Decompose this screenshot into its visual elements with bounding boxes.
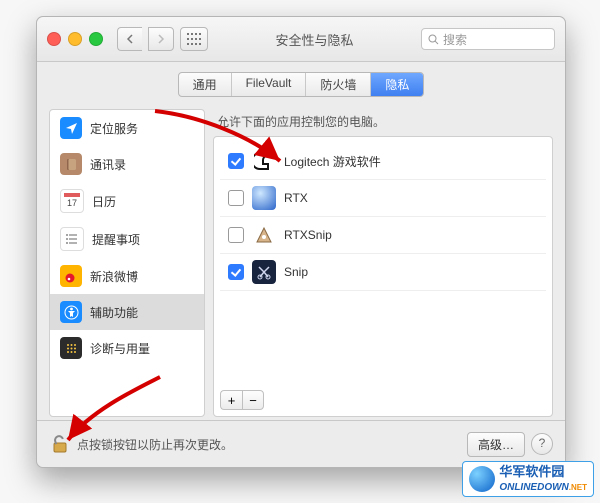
app-row-snip[interactable]: Snip [220, 254, 546, 291]
app-name: RTX [284, 191, 308, 205]
snip-icon [252, 260, 276, 284]
app-list: Logitech 游戏软件 RTX RTXSnip [220, 143, 546, 384]
add-remove-buttons: + − [220, 390, 264, 410]
tabs: 通用 FileVault 防火墙 隐私 [37, 72, 565, 97]
app-name: Logitech 游戏软件 [284, 153, 381, 170]
traffic-lights [47, 32, 103, 46]
checkbox-icon[interactable] [228, 190, 244, 206]
app-row-logitech[interactable]: Logitech 游戏软件 [220, 143, 546, 180]
lock-icon[interactable] [49, 433, 71, 455]
help-button[interactable]: ? [531, 433, 553, 455]
tab-segment: 通用 FileVault 防火墙 隐私 [178, 72, 425, 97]
remove-button[interactable]: − [242, 390, 264, 410]
watermark-suffix: .NET [569, 483, 587, 492]
back-button[interactable] [117, 27, 142, 51]
sidebar-item-contacts[interactable]: 通讯录 [50, 146, 204, 182]
sidebar-item-label: 定位服务 [90, 120, 138, 137]
stage: 安全性与隐私 搜索 通用 FileVault 防火墙 隐私 [0, 0, 600, 503]
sidebar-item-label: 通讯录 [90, 156, 126, 173]
chevron-left-icon [126, 34, 134, 44]
watermark-cn: 华军软件园 [499, 465, 587, 479]
sidebar-item-label: 辅助功能 [90, 304, 138, 321]
lock-message: 点按锁按钮以防止再次更改。 [77, 436, 467, 453]
hint-text: 允许下面的应用控制您的电脑。 [217, 113, 553, 130]
sidebar-item-location[interactable]: 定位服务 [50, 110, 204, 146]
forward-button[interactable] [148, 27, 174, 51]
app-row-rtxsnip[interactable]: RTXSnip [220, 217, 546, 254]
titlebar: 安全性与隐私 搜索 [37, 17, 565, 62]
svg-text:17: 17 [67, 198, 77, 208]
checkbox-icon[interactable] [228, 153, 244, 169]
app-row-rtx[interactable]: RTX [220, 180, 546, 217]
system-preferences-window: 安全性与隐私 搜索 通用 FileVault 防火墙 隐私 [36, 16, 566, 468]
search-icon [428, 34, 439, 45]
privacy-sidebar: 定位服务 通讯录 17 日历 [49, 109, 205, 417]
add-button[interactable]: + [220, 390, 242, 410]
sidebar-item-calendar[interactable]: 17 日历 [50, 182, 204, 220]
watermark: 华军软件园 ONLINEDOWN.NET [462, 461, 594, 497]
sidebar-item-label: 新浪微博 [90, 268, 138, 285]
globe-icon [469, 466, 495, 492]
rtxsnip-icon [252, 223, 276, 247]
sidebar-item-label: 诊断与用量 [90, 340, 150, 357]
close-icon[interactable] [47, 32, 61, 46]
app-list-box: Logitech 游戏软件 RTX RTXSnip [213, 136, 553, 417]
dots-icon [60, 337, 82, 359]
list-icon [60, 227, 84, 251]
sidebar-item-label: 提醒事项 [92, 231, 140, 248]
advanced-button[interactable]: 高级… [467, 432, 525, 457]
window-title: 安全性与隐私 [208, 30, 421, 49]
tab-firewall[interactable]: 防火墙 [306, 73, 371, 96]
tab-privacy[interactable]: 隐私 [371, 73, 423, 96]
tab-general[interactable]: 通用 [179, 73, 232, 96]
sidebar-item-weibo[interactable]: 新浪微博 [50, 258, 204, 294]
sidebar-item-accessibility[interactable]: 辅助功能 [50, 294, 204, 330]
rtx-icon [252, 186, 276, 210]
sidebar-item-label: 日历 [92, 193, 116, 210]
weibo-icon [60, 265, 82, 287]
content-pane: 允许下面的应用控制您的电脑。 Logitech 游戏软件 [213, 109, 553, 417]
chevron-right-icon [157, 34, 165, 44]
watermark-en: ONLINEDOWN [499, 482, 568, 493]
tab-filevault[interactable]: FileVault [232, 73, 307, 96]
calendar-icon: 17 [60, 189, 84, 213]
app-name: RTXSnip [284, 228, 332, 242]
checkbox-icon[interactable] [228, 227, 244, 243]
book-icon [60, 153, 82, 175]
app-name: Snip [284, 265, 308, 279]
search-placeholder: 搜索 [443, 31, 467, 48]
search-input[interactable]: 搜索 [421, 28, 555, 50]
accessibility-icon [60, 301, 82, 323]
grid-icon [187, 33, 201, 45]
logitech-icon [252, 149, 276, 173]
minimize-icon[interactable] [68, 32, 82, 46]
footer: 点按锁按钮以防止再次更改。 高级… ? [37, 420, 565, 467]
location-arrow-icon [60, 117, 82, 139]
zoom-icon[interactable] [89, 32, 103, 46]
toolbar-nav [117, 27, 208, 51]
body: 定位服务 通讯录 17 日历 [37, 97, 565, 417]
sidebar-item-reminders[interactable]: 提醒事项 [50, 220, 204, 258]
checkbox-icon[interactable] [228, 264, 244, 280]
show-all-button[interactable] [180, 27, 208, 51]
sidebar-item-diagnostics[interactable]: 诊断与用量 [50, 330, 204, 366]
